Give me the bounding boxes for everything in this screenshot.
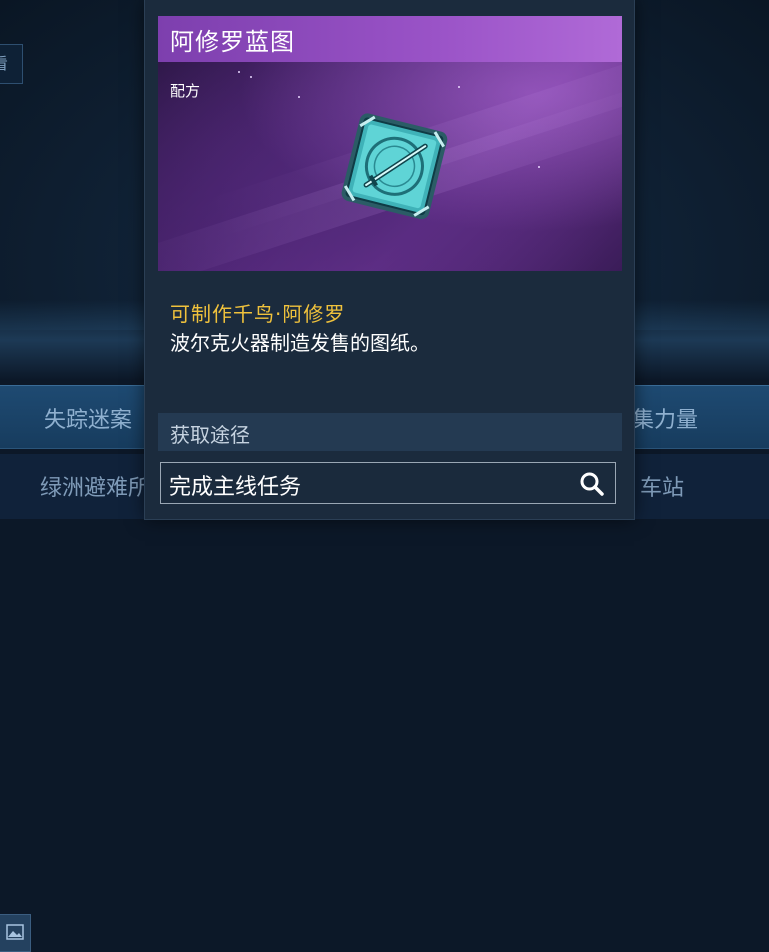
image-icon	[0, 914, 31, 952]
side-button[interactable]: 看	[0, 44, 23, 84]
item-title: 阿修罗蓝图	[170, 28, 295, 56]
item-description: 波尔克火器制造发售的图纸。	[170, 331, 430, 355]
acquire-source-heading: 获取途径	[158, 413, 622, 451]
search-icon[interactable]	[579, 471, 605, 501]
tab-missing-case[interactable]: 失踪迷案	[44, 402, 132, 434]
list-item-oasis-shelter[interactable]: 绿洲避难所	[40, 470, 150, 502]
acquire-source-heading-label: 获取途径	[170, 423, 250, 447]
sparkle	[458, 86, 460, 88]
craftable-item-text: 可制作千鸟·阿修罗	[170, 302, 346, 326]
sparkle	[298, 96, 300, 98]
hero-header: 阿修罗蓝图	[158, 16, 622, 62]
item-category: 配方	[170, 82, 201, 100]
source-item-label: 完成主线任务	[169, 475, 302, 500]
sparkle	[238, 71, 240, 73]
item-hero-panel: 阿修罗蓝图 配方	[158, 16, 622, 271]
list-item-station[interactable]: 车站	[640, 470, 684, 502]
side-button-label: 看	[0, 54, 8, 73]
tab-gather-power[interactable]: 集力量	[632, 402, 698, 434]
sparkle	[538, 166, 540, 168]
blueprint-sword-icon	[333, 111, 453, 230]
sparkle	[250, 76, 252, 78]
source-item-main-quest[interactable]: 完成主线任务	[160, 462, 616, 504]
